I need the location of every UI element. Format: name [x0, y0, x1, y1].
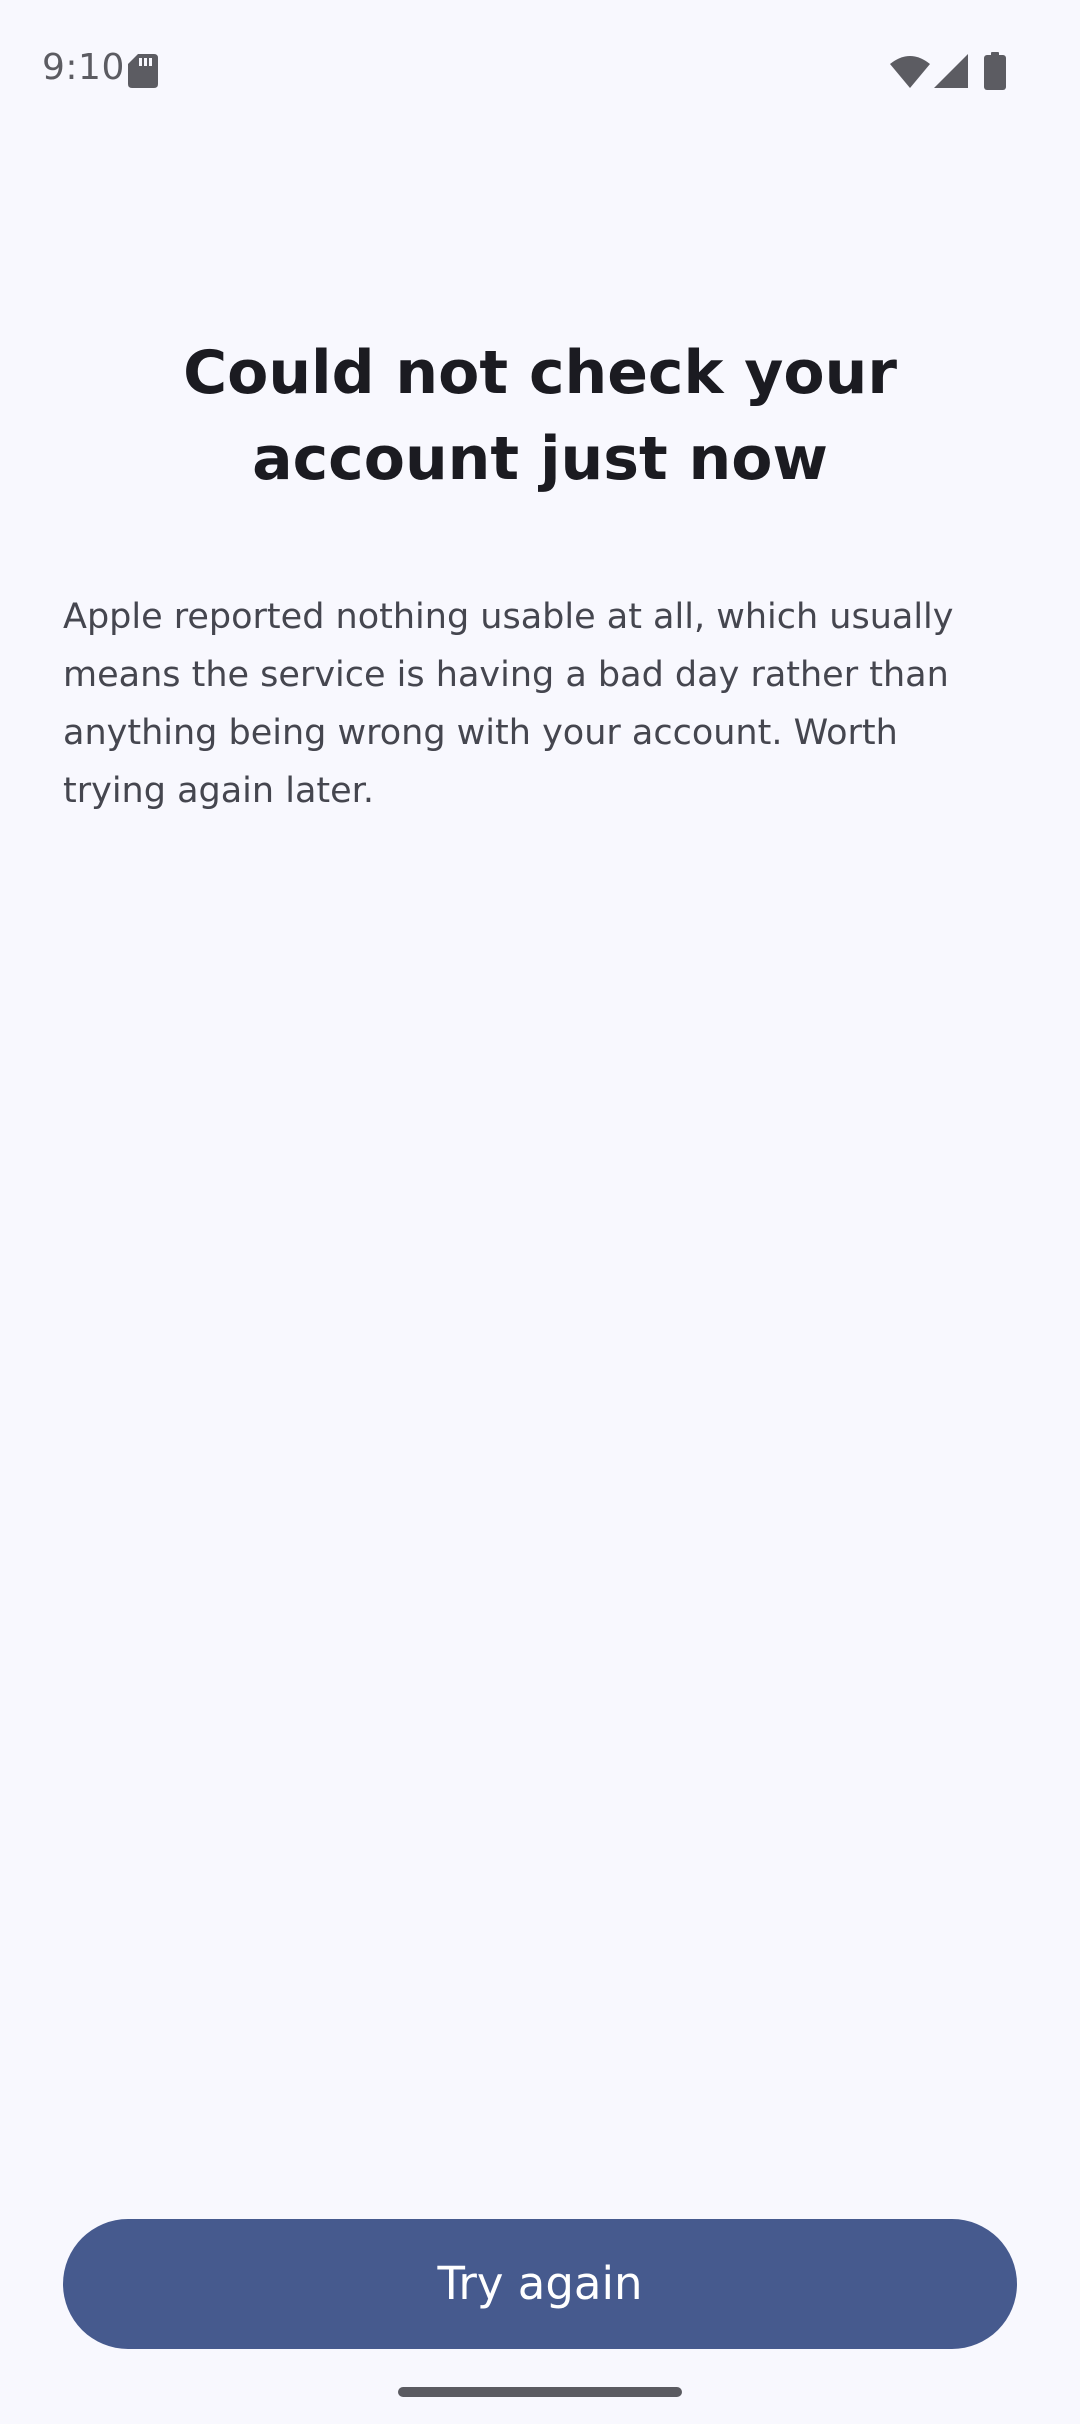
error-description: Apple reported nothing usable at all, wh…: [63, 597, 954, 811]
gesture-nav-handle[interactable]: [398, 2387, 682, 2397]
sd-card-icon: [128, 54, 158, 88]
status-bar: 9:10: [0, 0, 1080, 140]
try-again-button[interactable]: Try again: [63, 2219, 1017, 2349]
page-title: Could not check your account just now: [183, 338, 897, 494]
status-time: 9:10: [42, 47, 125, 88]
wifi-icon: [890, 56, 930, 88]
cell-signal-icon: [934, 54, 968, 88]
battery-icon: [984, 52, 1006, 90]
